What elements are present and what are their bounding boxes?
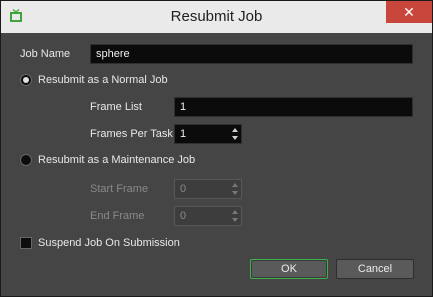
title-bar: Resubmit Job ✕ [1,1,432,33]
spin-arrows[interactable] [229,180,241,200]
start-frame-spinbox[interactable]: 0 [174,179,242,199]
spin-up-icon[interactable] [232,210,238,214]
close-button[interactable]: ✕ [386,1,432,23]
radio-selected-dot [23,77,29,83]
suspend-job-checkbox[interactable] [20,237,32,249]
job-name-input[interactable]: sphere [90,44,413,64]
end-frame-spinbox[interactable]: 0 [174,206,242,226]
spin-down-icon[interactable] [232,136,238,140]
job-name-value: sphere [96,48,130,60]
frame-list-value: 1 [180,101,187,113]
end-frame-label: End Frame [90,210,145,222]
maintenance-job-label: Resubmit as a Maintenance Job [38,154,196,166]
dialog-window: Resubmit Job ✕ Job Name sphere Resubmit … [0,0,433,297]
job-name-label: Job Name [20,48,71,60]
frames-per-task-value: 1 [180,128,187,140]
dialog-content: Job Name sphere Resubmit as a Normal Job… [1,33,432,296]
frame-list-input[interactable]: 1 [174,97,413,117]
end-frame-value: 0 [180,210,187,222]
frame-list-label: Frame List [90,101,142,113]
spin-up-icon[interactable] [232,183,238,187]
spin-down-icon[interactable] [232,218,238,222]
start-frame-label: Start Frame [90,183,149,195]
window-title: Resubmit Job [170,8,263,25]
frames-per-task-spinbox[interactable]: 1 [174,124,242,144]
spin-down-icon[interactable] [232,191,238,195]
frames-per-task-label: Frames Per Task [90,128,173,140]
maintenance-job-radio[interactable] [20,154,32,166]
spin-up-icon[interactable] [232,128,238,132]
normal-job-radio[interactable] [20,74,32,86]
spin-arrows[interactable] [229,125,241,145]
start-frame-value: 0 [180,183,187,195]
suspend-job-label: Suspend Job On Submission [38,237,180,249]
spin-arrows[interactable] [229,207,241,227]
cancel-button[interactable]: Cancel [336,259,414,279]
close-icon: ✕ [403,4,415,20]
normal-job-label: Resubmit as a Normal Job [38,74,168,86]
ok-button[interactable]: OK [250,259,328,279]
